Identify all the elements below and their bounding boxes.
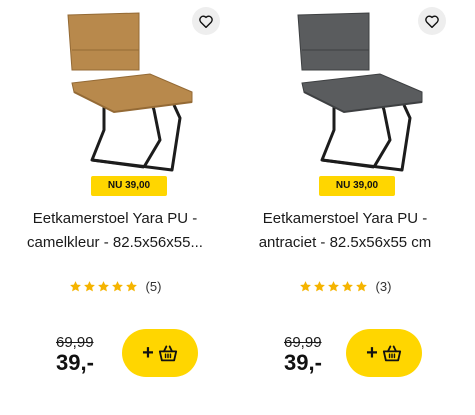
star-icon xyxy=(125,281,137,292)
add-to-cart-button[interactable]: + xyxy=(122,329,198,377)
product-title[interactable]: Eetkamerstoel Yara PU - antraciet - 82.5… xyxy=(232,207,458,255)
discount-badge: NU 39,00 xyxy=(319,176,395,196)
price-block: 69,99 39,- xyxy=(56,334,94,375)
product-image[interactable] xyxy=(272,10,432,175)
star-icon xyxy=(111,281,123,292)
star-rating xyxy=(299,280,368,293)
product-title-line: Eetkamerstoel Yara PU - xyxy=(262,210,428,227)
star-rating xyxy=(69,280,138,293)
star-icon xyxy=(355,281,367,292)
basket-icon xyxy=(158,345,177,362)
chair-backrest xyxy=(67,12,140,71)
star-icon xyxy=(97,281,109,292)
basket-icon xyxy=(382,345,401,362)
plus-label: + xyxy=(142,341,154,364)
rating: (5) xyxy=(2,279,228,294)
product-title-line: camelkleur - 82.5x56x55... xyxy=(27,234,203,251)
current-price: 39,- xyxy=(284,350,322,375)
discount-badge: NU 39,00 xyxy=(91,176,167,196)
star-icon xyxy=(313,281,325,292)
product-card[interactable]: NU 39,00 Eetkamerstoel Yara PU - antraci… xyxy=(232,0,458,415)
product-title-line: Eetkamerstoel Yara PU - xyxy=(32,210,198,227)
chair-backrest xyxy=(297,12,370,71)
review-count[interactable]: (3) xyxy=(376,279,392,294)
product-image[interactable] xyxy=(42,10,202,175)
star-icon xyxy=(299,281,311,292)
add-to-cart-button[interactable]: + xyxy=(346,329,422,377)
product-title-line: antraciet - 82.5x56x55 cm xyxy=(258,234,432,251)
price-block: 69,99 39,- xyxy=(284,334,322,375)
old-price: 69,99 xyxy=(284,334,322,351)
star-icon xyxy=(341,281,353,292)
old-price: 69,99 xyxy=(56,334,94,351)
product-title[interactable]: Eetkamerstoel Yara PU - camelkleur - 82.… xyxy=(2,207,228,255)
current-price: 39,- xyxy=(56,350,94,375)
product-card[interactable]: NU 39,00 Eetkamerstoel Yara PU - camelkl… xyxy=(2,0,228,415)
star-icon xyxy=(69,281,81,292)
rating: (3) xyxy=(232,279,458,294)
star-icon xyxy=(83,281,95,292)
review-count[interactable]: (5) xyxy=(146,279,162,294)
star-icon xyxy=(327,281,339,292)
plus-label: + xyxy=(366,341,378,364)
